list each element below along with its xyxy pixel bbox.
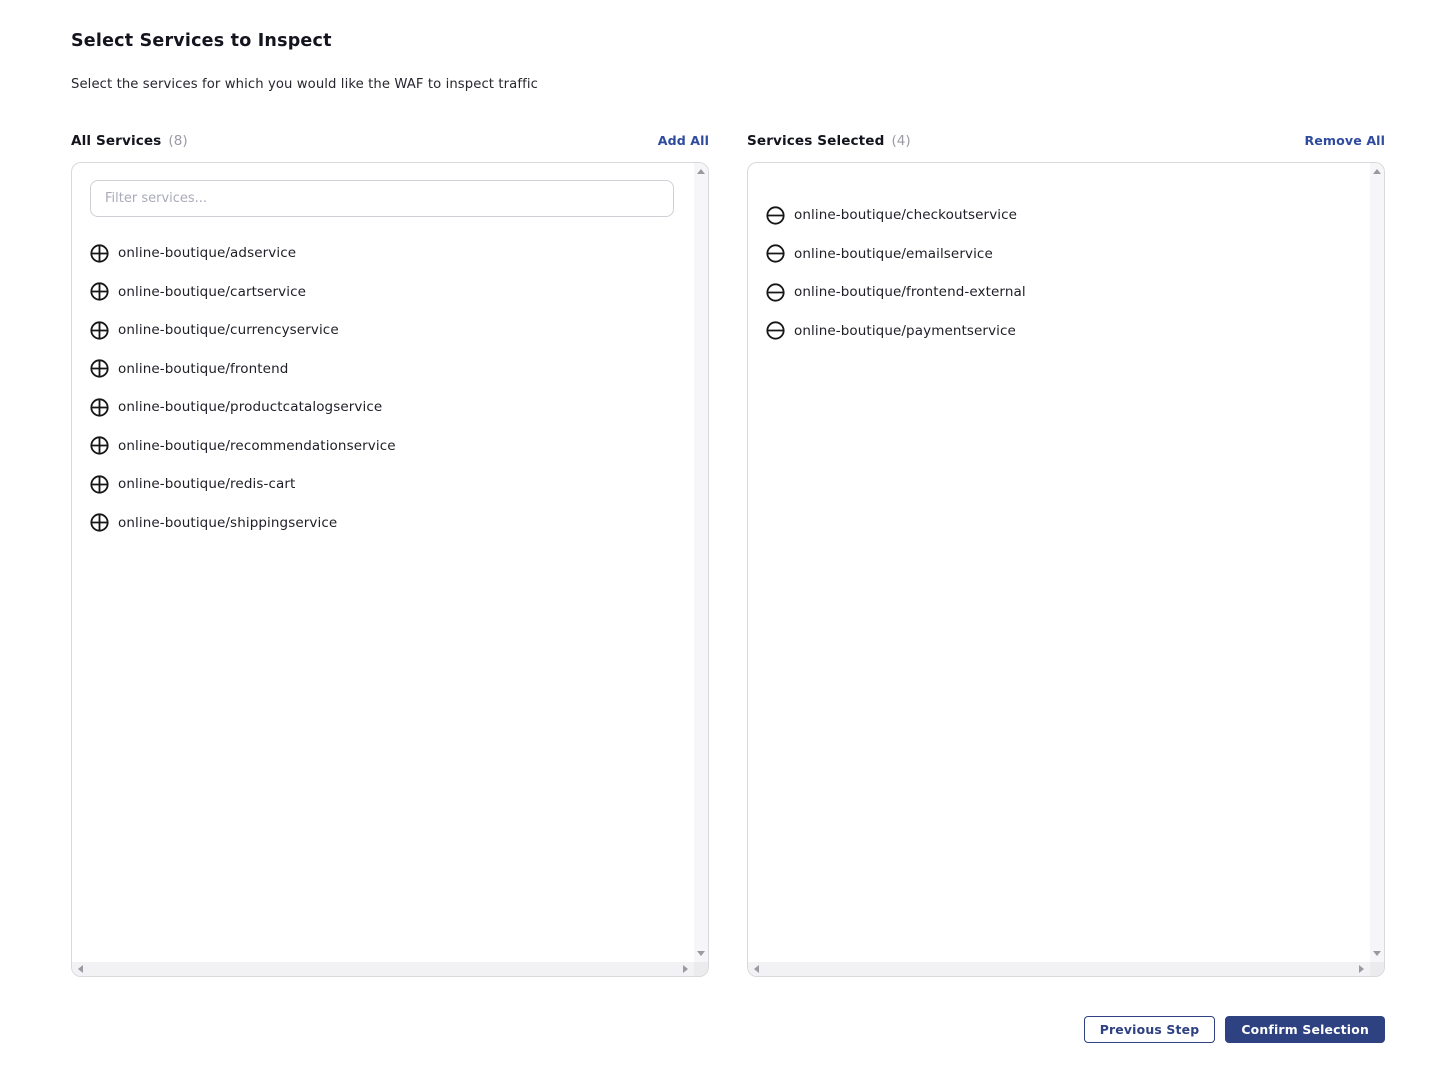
scrollbar-corner bbox=[1370, 962, 1384, 976]
service-name: online-boutique/paymentservice bbox=[794, 323, 1016, 339]
all-services-title: All Services bbox=[71, 133, 161, 149]
service-name: online-boutique/productcatalogservice bbox=[118, 399, 382, 415]
remove-all-link[interactable]: Remove All bbox=[1304, 133, 1385, 148]
transfer-list: All Services (8) Add All online-boutique… bbox=[71, 133, 1385, 977]
selected-services-header: Services Selected (4) Remove All bbox=[747, 133, 1385, 149]
plus-circle-icon[interactable] bbox=[90, 436, 109, 455]
list-item[interactable]: online-boutique/emailservice bbox=[766, 235, 1350, 274]
service-name: online-boutique/frontend bbox=[118, 361, 288, 377]
list-item[interactable]: online-boutique/checkoutservice bbox=[766, 196, 1350, 235]
minus-circle-icon[interactable] bbox=[766, 244, 785, 263]
scroll-right-arrow-icon[interactable] bbox=[683, 965, 688, 973]
plus-circle-icon[interactable] bbox=[90, 398, 109, 417]
selected-services-list: online-boutique/checkoutservice online-b… bbox=[766, 180, 1350, 350]
list-item[interactable]: online-boutique/frontend-external bbox=[766, 273, 1350, 312]
service-name: online-boutique/shippingservice bbox=[118, 515, 337, 531]
selected-services-column: Services Selected (4) Remove All online-… bbox=[747, 133, 1385, 977]
all-services-count: (8) bbox=[168, 133, 187, 149]
previous-step-button[interactable]: Previous Step bbox=[1084, 1016, 1216, 1043]
plus-circle-icon[interactable] bbox=[90, 513, 109, 532]
plus-circle-icon[interactable] bbox=[90, 244, 109, 263]
all-services-panel: online-boutique/adservice online-boutiqu… bbox=[71, 162, 709, 977]
footer-actions: Previous Step Confirm Selection bbox=[71, 1016, 1385, 1043]
plus-circle-icon[interactable] bbox=[90, 282, 109, 301]
minus-circle-icon[interactable] bbox=[766, 206, 785, 225]
vertical-scrollbar[interactable] bbox=[694, 163, 708, 962]
page: Select Services to Inspect Select the se… bbox=[0, 0, 1456, 1043]
all-services-header: All Services (8) Add All bbox=[71, 133, 709, 149]
add-all-link[interactable]: Add All bbox=[658, 133, 709, 148]
all-services-column: All Services (8) Add All online-boutique… bbox=[71, 133, 709, 977]
service-name: online-boutique/cartservice bbox=[118, 284, 306, 300]
plus-circle-icon[interactable] bbox=[90, 475, 109, 494]
service-name: online-boutique/redis-cart bbox=[118, 476, 295, 492]
service-name: online-boutique/frontend-external bbox=[794, 284, 1026, 300]
service-name: online-boutique/adservice bbox=[118, 245, 296, 261]
list-item[interactable]: online-boutique/recommendationservice bbox=[90, 427, 674, 466]
scroll-right-arrow-icon[interactable] bbox=[1359, 965, 1364, 973]
minus-circle-icon[interactable] bbox=[766, 283, 785, 302]
filter-services-input[interactable] bbox=[90, 180, 674, 217]
service-name: online-boutique/recommendationservice bbox=[118, 438, 396, 454]
page-subtitle: Select the services for which you would … bbox=[71, 77, 1385, 92]
selected-services-title: Services Selected bbox=[747, 133, 884, 149]
vertical-scrollbar[interactable] bbox=[1370, 163, 1384, 962]
list-item[interactable]: online-boutique/currencyservice bbox=[90, 311, 674, 350]
selected-services-count: (4) bbox=[891, 133, 910, 149]
scroll-left-arrow-icon[interactable] bbox=[78, 965, 83, 973]
plus-circle-icon[interactable] bbox=[90, 359, 109, 378]
selected-services-panel: online-boutique/checkoutservice online-b… bbox=[747, 162, 1385, 977]
scroll-up-arrow-icon[interactable] bbox=[1373, 169, 1381, 174]
minus-circle-icon[interactable] bbox=[766, 321, 785, 340]
plus-circle-icon[interactable] bbox=[90, 321, 109, 340]
scroll-down-arrow-icon[interactable] bbox=[697, 951, 705, 956]
horizontal-scrollbar[interactable] bbox=[72, 962, 694, 976]
list-item[interactable]: online-boutique/cartservice bbox=[90, 273, 674, 312]
list-item[interactable]: online-boutique/adservice bbox=[90, 234, 674, 273]
scroll-left-arrow-icon[interactable] bbox=[754, 965, 759, 973]
scrollbar-corner bbox=[694, 962, 708, 976]
confirm-selection-button[interactable]: Confirm Selection bbox=[1225, 1016, 1385, 1043]
service-name: online-boutique/emailservice bbox=[794, 246, 993, 262]
list-item[interactable]: online-boutique/shippingservice bbox=[90, 504, 674, 543]
scroll-up-arrow-icon[interactable] bbox=[697, 169, 705, 174]
service-name: online-boutique/currencyservice bbox=[118, 322, 339, 338]
list-item[interactable]: online-boutique/productcatalogservice bbox=[90, 388, 674, 427]
page-title: Select Services to Inspect bbox=[71, 31, 1385, 51]
list-item[interactable]: online-boutique/paymentservice bbox=[766, 312, 1350, 351]
scroll-down-arrow-icon[interactable] bbox=[1373, 951, 1381, 956]
horizontal-scrollbar[interactable] bbox=[748, 962, 1370, 976]
service-name: online-boutique/checkoutservice bbox=[794, 207, 1017, 223]
list-item[interactable]: online-boutique/redis-cart bbox=[90, 465, 674, 504]
all-services-list: online-boutique/adservice online-boutiqu… bbox=[90, 234, 674, 542]
list-item[interactable]: online-boutique/frontend bbox=[90, 350, 674, 389]
